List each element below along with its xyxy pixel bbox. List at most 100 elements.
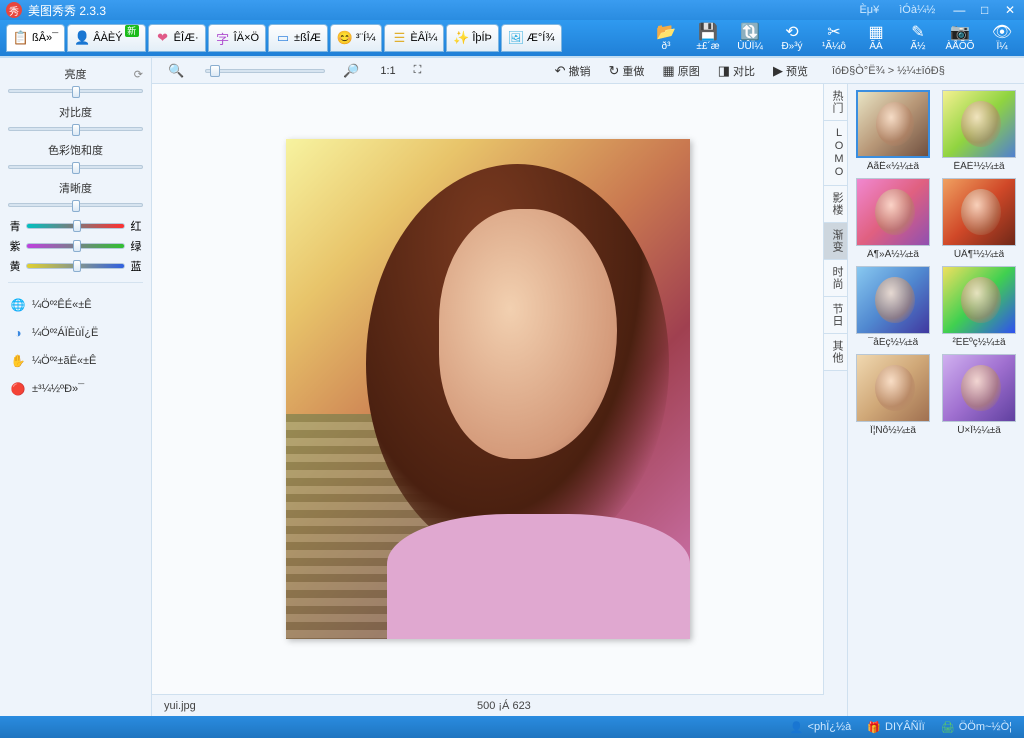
- compare-button[interactable]: ◨对比: [712, 61, 761, 81]
- effect-item-3[interactable]: ÛÄ¶¹½¼±ä: [938, 178, 1020, 260]
- toolbar-action-label: ÀÅÕÕ: [946, 41, 975, 52]
- slider-track[interactable]: [8, 160, 143, 174]
- fit-screen-icon: ⛶: [414, 64, 422, 77]
- fit-screen-button[interactable]: ⛶: [408, 62, 428, 79]
- original-button[interactable]: ▦原图: [656, 61, 705, 81]
- main-tab-4[interactable]: ▭±ßÎÆ: [268, 24, 328, 52]
- category-tab-0[interactable]: 热门: [824, 84, 847, 121]
- effects-grid: ÂãË«½¼±äËÂÈ¹½¼±äÂ¶»Ã½¼±äÛÄ¶¹½¼±ä¯âÉç½¼±ä…: [848, 84, 1024, 716]
- category-tab-1[interactable]: LOMO: [824, 121, 847, 186]
- category-tab-4[interactable]: 时尚: [824, 260, 847, 297]
- category-tab-2[interactable]: 影楼: [824, 186, 847, 223]
- preview-button[interactable]: ▶预览: [767, 61, 814, 81]
- color-slider-thumb[interactable]: [73, 220, 81, 232]
- color-right-label: 蓝: [129, 258, 143, 274]
- main-tab-5[interactable]: 😊³¨Í¼: [330, 24, 383, 52]
- top-link-2[interactable]: ìÓà¼½: [899, 4, 935, 16]
- tab-icon: 📋: [13, 30, 29, 46]
- canvas-column: 🔍 🔎 1:1 ⛶ ↶撤销 ↻重做 ▦原图 ◨对比 ▶预览 yui.jpg 50…: [152, 58, 824, 716]
- slider-track[interactable]: [8, 198, 143, 212]
- canvas-area[interactable]: [152, 84, 824, 694]
- effect-item-2[interactable]: Â¶»Ã½¼±ä: [852, 178, 934, 260]
- maximize-button[interactable]: □: [977, 4, 993, 18]
- status-dimensions: 500 ¡Á 623: [477, 700, 531, 712]
- zoom-thumb[interactable]: [210, 65, 220, 77]
- toolbar-action-icon: 📂: [656, 25, 676, 41]
- top-link-1[interactable]: Èμ¥: [859, 4, 879, 16]
- main-tab-0[interactable]: 📋ßÂ»¯: [6, 24, 65, 52]
- main-tab-2[interactable]: ❤ÊÎÆ·: [148, 24, 206, 52]
- footer-label: ÖÖm~½Ò¦: [959, 721, 1012, 733]
- footer-link-1[interactable]: 🎁 DIYÂÑÏï: [867, 721, 924, 734]
- zoom-slider[interactable]: [205, 69, 325, 73]
- toolbar-action-label: ÙÛÏ¼: [737, 41, 763, 52]
- slider-thumb[interactable]: [72, 86, 80, 98]
- tab-icon: 🖼: [508, 30, 524, 46]
- footer-link-2[interactable]: 🖨 ÖÖm~½Ò¦: [941, 721, 1012, 734]
- effect-item-5[interactable]: ²ÊÈºç½¼±ä: [938, 266, 1020, 348]
- left-tool-3[interactable]: 🔴±³¼½ºÐ»¯: [8, 375, 143, 403]
- toolbar-action-6[interactable]: ✎Ã½: [902, 25, 934, 52]
- main-tab-6[interactable]: ☰ÈÂÏ¼: [384, 24, 444, 52]
- category-tab-6[interactable]: 其他: [824, 334, 847, 371]
- close-button[interactable]: ✕: [1002, 4, 1018, 18]
- toolbar-action-4[interactable]: ✂¹Ã¼ô: [818, 25, 850, 52]
- tab-label: ßÂ»¯: [32, 32, 58, 44]
- toolbar-action-icon: ✎: [911, 25, 924, 41]
- slider-thumb[interactable]: [72, 200, 80, 212]
- toolbar-action-7[interactable]: 📷ÀÅÕÕ: [944, 25, 976, 52]
- main-tab-3[interactable]: 字ÎÄ×Ö: [208, 24, 266, 52]
- zoom-out-button[interactable]: 🔍: [162, 61, 193, 81]
- slider-track[interactable]: [8, 122, 143, 136]
- main-tab-7[interactable]: ✨ÎþÍÞ: [446, 24, 499, 52]
- color-slider-thumb[interactable]: [73, 260, 81, 272]
- toolbar-action-2[interactable]: 🔃ÙÛÏ¼: [734, 25, 766, 52]
- color-slider-0[interactable]: 青红: [8, 218, 143, 234]
- zoom-11-button[interactable]: 1:1: [374, 63, 401, 79]
- slider-track[interactable]: [8, 84, 143, 98]
- zoom-in-button[interactable]: 🔎: [337, 61, 368, 81]
- tab-label: ³¨Í¼: [356, 32, 376, 44]
- reset-icon[interactable]: ⟳: [134, 68, 143, 81]
- category-tab-3[interactable]: 渐变: [824, 223, 847, 260]
- minimize-button[interactable]: —: [951, 4, 967, 18]
- footer-icon: 🎁: [867, 721, 881, 734]
- toolbar-action-5[interactable]: ▦ÃÀ: [860, 25, 892, 52]
- status-filename: yui.jpg: [164, 700, 196, 712]
- effect-label: Û×Ï½¼±ä: [957, 425, 1001, 436]
- slider-1: 对比度: [8, 104, 143, 136]
- toolbar-action-1[interactable]: 💾±£´æ: [692, 25, 724, 52]
- main-tab-8[interactable]: 🖼Æ°Í¾: [501, 24, 562, 52]
- footer-icon: 🖨: [941, 721, 955, 734]
- category-tab-5[interactable]: 节日: [824, 297, 847, 334]
- toolbar-action-icon: 📷: [950, 25, 970, 41]
- slider-thumb[interactable]: [72, 124, 80, 136]
- effect-item-0[interactable]: ÂãË«½¼±ä: [852, 90, 934, 172]
- color-slider-thumb[interactable]: [73, 240, 81, 252]
- color-slider-2[interactable]: 黄蓝: [8, 258, 143, 274]
- effect-item-7[interactable]: Û×Ï½¼±ä: [938, 354, 1020, 436]
- footer-link-0[interactable]: 👤<phÏ¿½à: [790, 721, 851, 734]
- tab-icon: ▭: [275, 30, 291, 46]
- toolbar-action-label: ¹Ã¼ô: [822, 41, 846, 52]
- effect-item-6[interactable]: Ï¦Ñô½¼±ä: [852, 354, 934, 436]
- slider-label: 亮度: [65, 66, 87, 82]
- redo-button[interactable]: ↻重做: [603, 61, 651, 81]
- toolbar-action-8[interactable]: 👁Ï¼: [986, 25, 1018, 52]
- color-slider-1[interactable]: 紫绿: [8, 238, 143, 254]
- effect-item-1[interactable]: ËÂÈ¹½¼±ä: [938, 90, 1020, 172]
- effect-item-4[interactable]: ¯âÉç½¼±ä: [852, 266, 934, 348]
- main-tab-1[interactable]: 👤ÂÀÈÝ新: [67, 24, 145, 52]
- left-tool-1[interactable]: ◑¼Öº²ÁÏÈùÏ¿Ë: [8, 319, 143, 347]
- left-tool-0[interactable]: 🌐¼Öº²ÊÉ«±Ê: [8, 291, 143, 319]
- footer-icon: 👤: [790, 721, 804, 734]
- toolbar-action-label: ð³: [662, 41, 671, 52]
- slider-label: 对比度: [59, 104, 92, 120]
- undo-button[interactable]: ↶撤销: [549, 61, 597, 81]
- toolbar-action-3[interactable]: ⟲Ð»³ý: [776, 25, 808, 52]
- toolbar-action-0[interactable]: 📂ð³: [650, 25, 682, 52]
- slider-thumb[interactable]: [72, 162, 80, 174]
- toolbar-action-icon: 🔃: [740, 25, 760, 41]
- left-tool-2[interactable]: ✋¼Öº²±ãË«±Ê: [8, 347, 143, 375]
- footer-label: DIYÂÑÏï: [885, 721, 925, 733]
